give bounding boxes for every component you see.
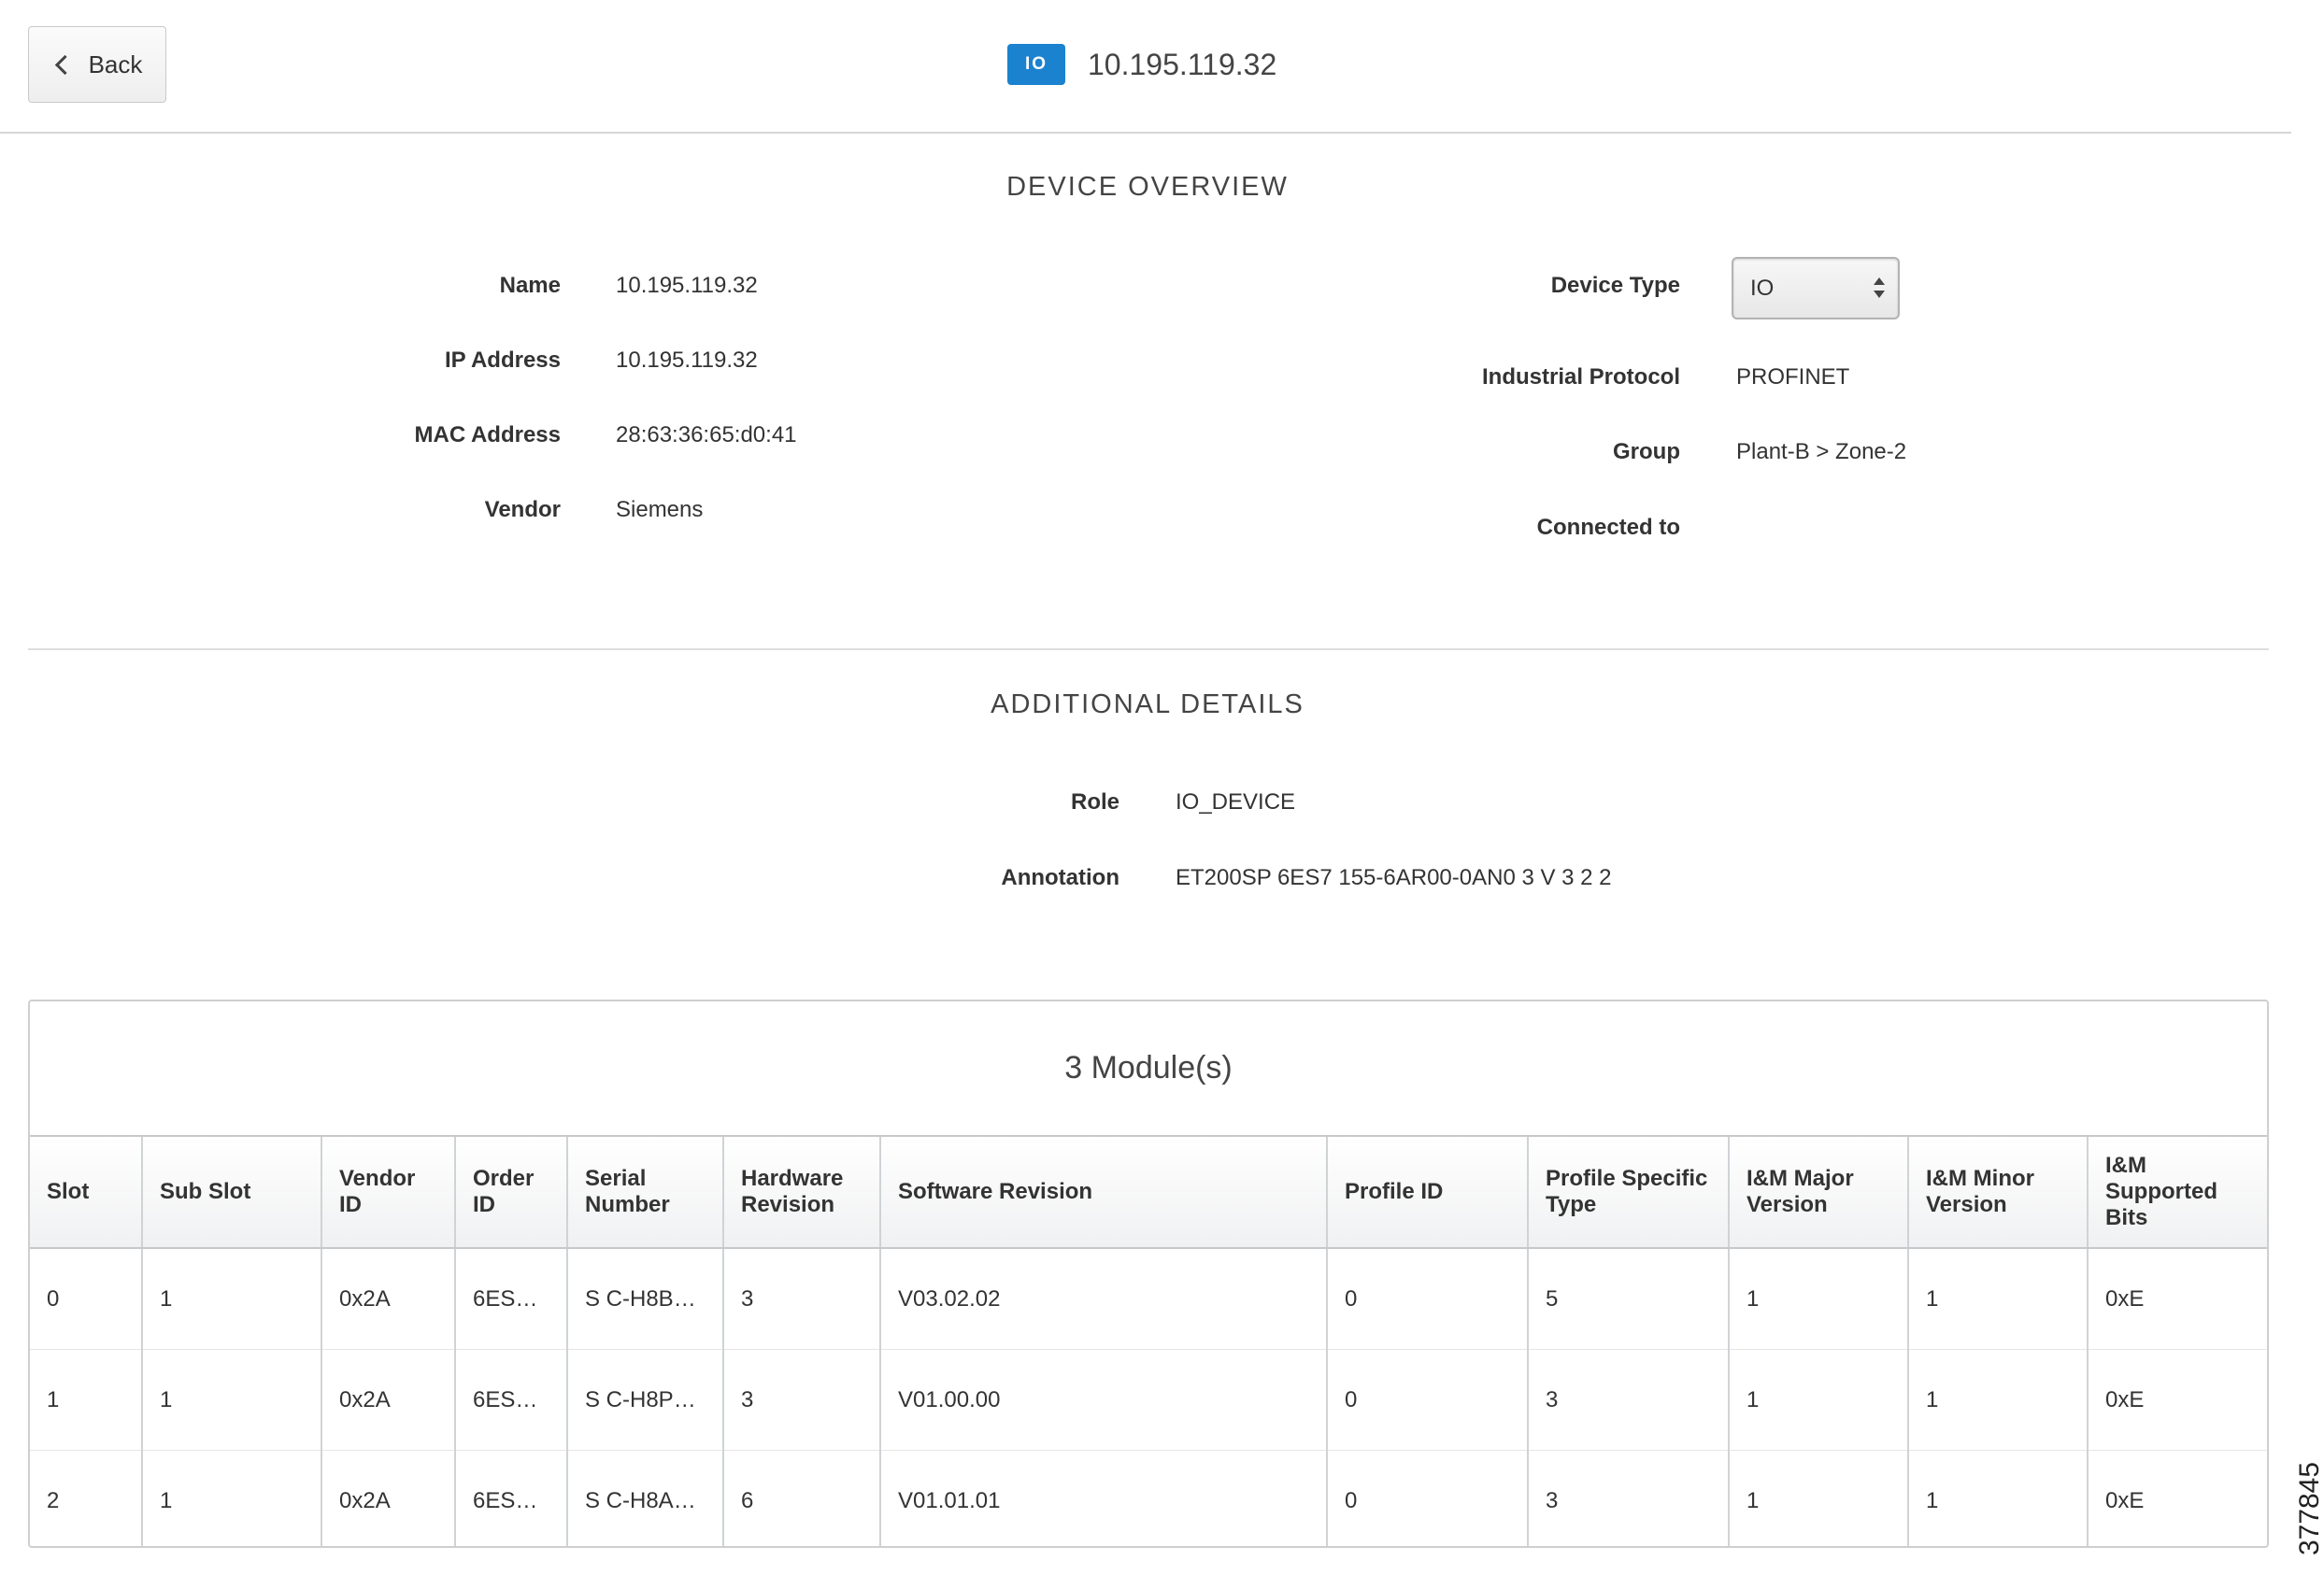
cell-vendor-id: 0x2A [321,1450,456,1546]
chevron-left-icon [54,54,75,75]
cell-hardware-revision: 3 [723,1349,881,1451]
figure-id: 377845 [2291,1457,2324,1560]
cell-slot: 1 [30,1349,143,1451]
industrial-protocol-value: PROFINET [1736,364,1850,390]
column-header-serial-number[interactable]: Serial Number [567,1137,724,1249]
modules-count: 3 Module(s) [30,1001,2267,1137]
cell-order-id: 6ES… [455,1248,568,1350]
cell-software-revision: V01.00.00 [880,1349,1328,1451]
select-arrows-icon [1874,277,1885,304]
cell-profile-id: 0 [1327,1450,1529,1546]
cell-im-minor-version: 1 [1908,1349,2089,1451]
cell-profile-specific-type: 5 [1528,1248,1730,1350]
column-header-order-id[interactable]: Order ID [455,1137,568,1249]
cell-serial-number: S C-H8P… [567,1349,724,1451]
industrial-protocol-label: Industrial Protocol [1481,364,1680,390]
device-overview-title: DEVICE OVERVIEW [1006,172,1289,202]
column-header-profile-specific-type[interactable]: Profile Specific Type [1528,1137,1730,1249]
cell-software-revision: V01.01.01 [880,1450,1328,1546]
table-row[interactable]: 0 1 0x2A 6ES… S C-H8B… 3 V03.02.02 0 5 1… [30,1248,2267,1350]
back-label: Back [88,50,143,78]
cell-order-id: 6ES… [455,1450,568,1546]
column-header-profile-id[interactable]: Profile ID [1327,1137,1529,1249]
cell-slot: 0 [30,1248,143,1350]
column-header-hardware-revision[interactable]: Hardware Revision [723,1137,881,1249]
modules-table: 3 Module(s) Slot Sub Slot Vendor ID Orde… [28,1000,2269,1548]
cell-im-supported-bits: 0xE [2105,1487,2145,1513]
column-header-software-revision[interactable]: Software Revision [880,1137,1328,1249]
role-value: IO_DEVICE [1176,789,1296,815]
cell-im-major-version: 1 [1729,1349,1909,1451]
cell-sub-slot: 1 [142,1349,322,1451]
cell-software-revision: V03.02.02 [880,1248,1328,1350]
name-label: Name [499,273,561,298]
cell-profile-id: 0 [1327,1349,1529,1451]
table-header-row: Slot Sub Slot Vendor ID Order ID Serial … [30,1137,2267,1249]
cell-order-id: 6ES… [455,1349,568,1451]
additional-details-title: ADDITIONAL DETAILS [991,689,1305,719]
group-value: Plant-B > Zone-2 [1736,439,1907,464]
cell-profile-id: 0 [1327,1248,1529,1350]
column-header-im-supported-bits[interactable]: I&M Supported Bits [2088,1137,2267,1249]
cell-im-supported-bits: 0xE [2088,1248,2267,1350]
device-type-selected: IO [1750,275,1775,301]
mac-address-label: MAC Address [414,422,561,447]
cell-im-minor-version: 1 [1908,1248,2089,1350]
cell-serial-number: S C-H8A… [567,1450,724,1546]
cell-im-major-version: 1 [1729,1450,1909,1546]
back-button[interactable]: Back [28,26,166,103]
page-title: IO 10.195.119.32 [1007,43,1276,86]
column-header-im-minor-version[interactable]: I&M Minor Version [1908,1137,2089,1249]
cell-vendor-id: 0x2A [321,1248,456,1350]
cell-im-supported-bits: 0xE [2088,1349,2267,1451]
cell-vendor-id: 0x2A [321,1349,456,1451]
cell-im-major-version: 1 [1729,1248,1909,1350]
table-row[interactable]: 1 1 0x2A 6ES… S C-H8P… 3 V01.00.00 0 3 1… [30,1349,2267,1451]
name-value: 10.195.119.32 [616,273,758,298]
ip-address-value: 10.195.119.32 [616,348,758,373]
cell-profile-specific-type: 3 [1528,1349,1730,1451]
cell-im-minor-version: 1 [1908,1450,2089,1546]
cell-slot: 2 [30,1450,143,1546]
column-header-slot[interactable]: Slot [30,1137,143,1249]
cell-profile-specific-type: 3 [1528,1450,1730,1546]
page-header: Back IO 10.195.119.32 [0,0,2291,134]
figure-id-text: 377845 [2294,1461,2324,1556]
column-header-im-major-version[interactable]: I&M Major Version [1729,1137,1909,1249]
device-type-select[interactable]: IO [1732,257,1900,319]
column-header-vendor-id[interactable]: Vendor ID [321,1137,456,1249]
connected-to-label: Connected to [1536,515,1680,540]
cell-hardware-revision: 6 [723,1450,881,1546]
ip-address-label: IP Address [444,348,561,373]
vendor-label: Vendor [484,497,561,522]
mac-address-value: 28:63:36:65:d0:41 [616,422,797,447]
cell-hardware-revision: 3 [723,1248,881,1350]
cell-sub-slot: 1 [142,1450,322,1546]
column-header-sub-slot[interactable]: Sub Slot [142,1137,322,1249]
device-type-label: Device Type [1550,273,1680,298]
device-type-badge: IO [1007,44,1065,85]
section-divider [28,648,2269,650]
table-row[interactable]: 2 1 0x2A 6ES… S C-H8A… 6 V01.01.01 0 3 1… [30,1450,2267,1546]
vendor-value: Siemens [616,497,704,522]
cell-sub-slot: 1 [142,1248,322,1350]
annotation-value: ET200SP 6ES7 155-6AR00-0AN0 3 V 3 2 2 [1176,865,1612,890]
group-label: Group [1613,439,1680,464]
role-label: Role [1070,789,1119,815]
device-title: 10.195.119.32 [1088,47,1277,81]
cell-serial-number: S C-H8B… [567,1248,724,1350]
annotation-label: Annotation [1001,865,1119,890]
modules-grid: Slot Sub Slot Vendor ID Order ID Serial … [30,1137,2267,1546]
